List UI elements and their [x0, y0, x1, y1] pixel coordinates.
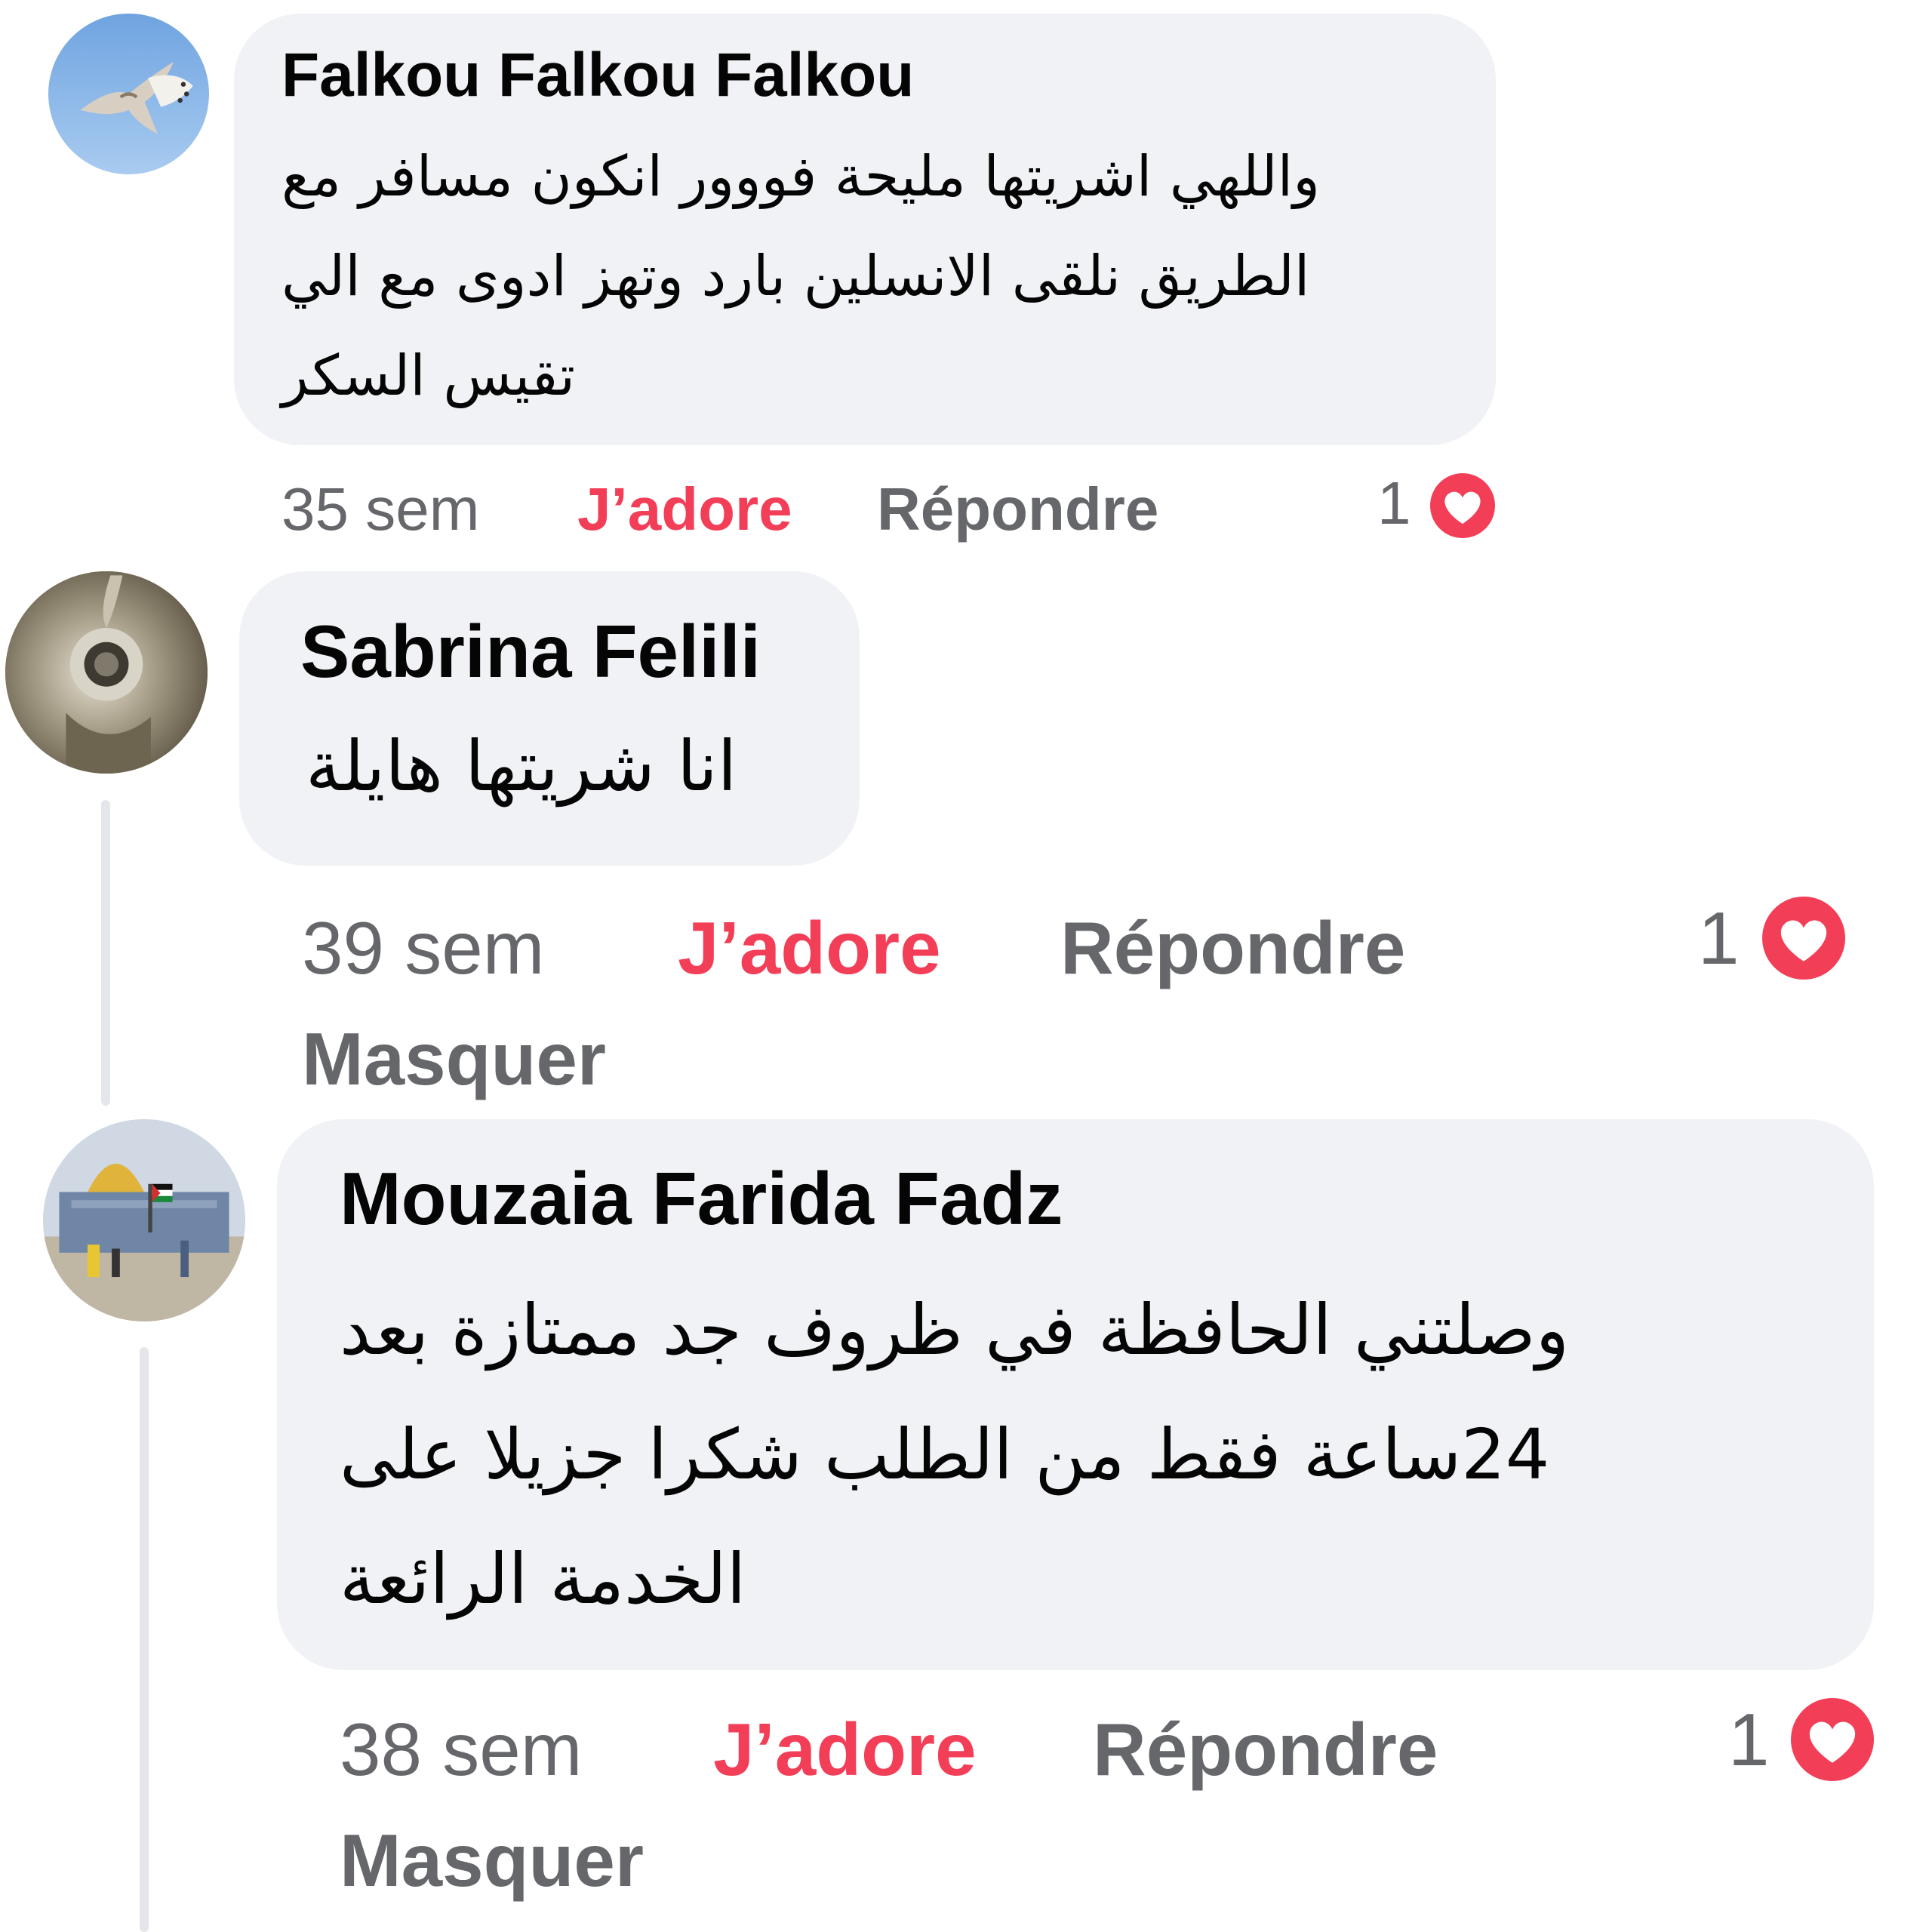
kettle-avatar-icon	[5, 571, 208, 774]
reply-button[interactable]: Répondre	[1093, 1709, 1438, 1789]
comment-text: انا شريتها هايلة	[306, 717, 834, 817]
comment-time[interactable]: 35 sem	[281, 475, 479, 543]
hide-button[interactable]: Masquer	[340, 1820, 644, 1900]
reaction-count[interactable]: 1	[1728, 1700, 1770, 1780]
comment-text: وصلتني الحافظة في ظروف جد ممتازة بعد 24س…	[340, 1268, 1834, 1641]
comment-time[interactable]: 38 sem	[340, 1709, 582, 1789]
comment-text-line: تقيس السكر	[281, 343, 576, 408]
heart-icon[interactable]	[1791, 1698, 1874, 1781]
comment-time[interactable]: 39 sem	[302, 908, 544, 988]
comment-text-line: الطريق نلقى الانسلين بارد وتهز ادوى مع ا…	[281, 244, 1310, 309]
avatar[interactable]	[43, 1119, 245, 1321]
like-button[interactable]: J’adore	[678, 908, 941, 988]
comment-text-line: انا شريتها هايلة	[306, 726, 737, 807]
thread-line	[140, 1347, 149, 1932]
dome-avatar-icon	[43, 1119, 245, 1321]
comment-text-line: واللهي اشريتها مليحة فووور انكون مسافر م…	[281, 144, 1320, 209]
heart-icon[interactable]	[1430, 473, 1495, 538]
reply-button[interactable]: Répondre	[877, 475, 1158, 543]
falcon-avatar-icon	[48, 14, 209, 174]
reply-button[interactable]: Répondre	[1060, 908, 1405, 988]
comment-author[interactable]: Falkou Falkou Falkou	[281, 42, 914, 109]
comment-text: واللهي اشريتها مليحة فووور انكون مسافر م…	[281, 127, 1459, 426]
comment-text-line: الخدمة الرائعة	[340, 1539, 746, 1620]
hide-button[interactable]: Masquer	[302, 1019, 606, 1099]
like-button[interactable]: J’adore	[713, 1709, 977, 1789]
reaction-count[interactable]: 1	[1698, 898, 1740, 978]
thread-line	[101, 800, 110, 1106]
comment-text-line: 24ساعة فقط من الطلب شكرا جزيلا على	[340, 1414, 1550, 1495]
like-button[interactable]: J’adore	[577, 475, 792, 543]
avatar[interactable]	[5, 571, 208, 774]
heart-icon[interactable]	[1762, 897, 1845, 980]
comment-author[interactable]: Mouzaia Farida Fadz	[340, 1158, 1063, 1238]
avatar[interactable]	[48, 14, 209, 174]
reaction-count[interactable]: 1	[1377, 469, 1411, 537]
comment-author[interactable]: Sabrina Felili	[300, 611, 761, 691]
comment-text-line: وصلتني الحافظة في ظروف جد ممتازة بعد	[340, 1290, 1570, 1371]
